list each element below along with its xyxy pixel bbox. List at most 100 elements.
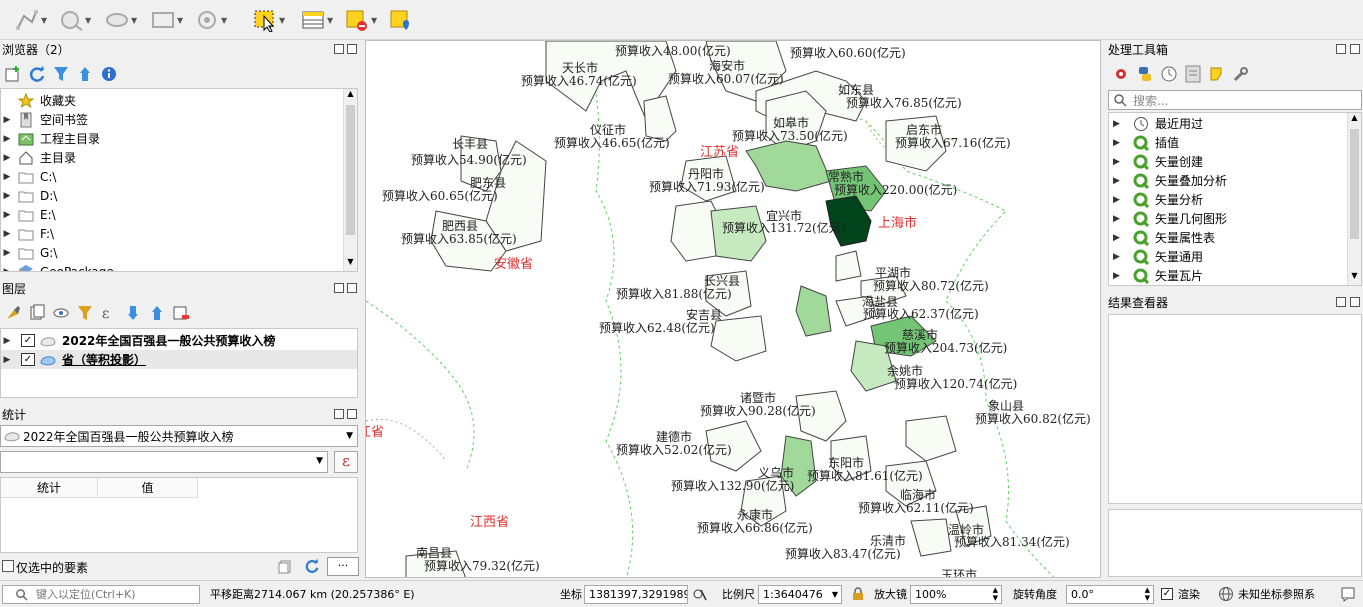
crs-label[interactable]: 未知坐标参照系 — [1238, 586, 1315, 602]
history-icon[interactable] — [1160, 65, 1178, 83]
browser-scrollbar[interactable]: ▲ ▼ — [343, 89, 357, 271]
render-checkbox[interactable]: ✓ — [1161, 588, 1173, 600]
python-scripts-icon[interactable] — [1136, 65, 1154, 83]
value-column-header[interactable]: 值 — [98, 478, 198, 498]
processing-item[interactable]: ▶ 矢量属性表 — [1113, 228, 1215, 247]
processing-scrollbar[interactable]: ▲ ▼ — [1347, 113, 1361, 285]
add-group-icon[interactable] — [28, 304, 46, 322]
rotation-spinbox[interactable]: 0.0° ▲ ▼ — [1066, 585, 1154, 604]
processing-item[interactable]: ▶ 矢量叠加分析 — [1113, 171, 1227, 190]
filter-icon[interactable] — [52, 65, 70, 83]
layer-row[interactable]: ▶ ✓ 省（等积投影） — [1, 350, 357, 369]
vertex-tool-button[interactable]: ▼ — [104, 6, 138, 34]
more-options-button[interactable]: ··· — [327, 557, 359, 576]
processing-search-field[interactable]: 搜索... — [1108, 90, 1362, 110]
processing-item[interactable]: ▶ 矢量几何图形 — [1113, 209, 1227, 228]
stats-layer-select[interactable]: 2022年全国百强县一般公共预算收入榜 ▼ — [0, 425, 358, 447]
expand-arrow-icon[interactable]: ▶ — [1113, 195, 1125, 205]
processing-item[interactable]: ▶ 矢量瓦片 — [1113, 266, 1203, 285]
copy-icon[interactable] — [278, 560, 292, 574]
attribute-table-button[interactable]: ▼ — [300, 6, 334, 34]
delete-feature-button[interactable]: ▼ — [194, 6, 228, 34]
processing-item[interactable]: ▶ 插值 — [1113, 133, 1179, 152]
browser-item[interactable]: ▶ 工程主目录 — [1, 129, 341, 148]
expand-arrow-icon[interactable]: ▶ — [1, 355, 13, 365]
browser-item[interactable]: 收藏夹 — [1, 91, 341, 110]
collapse-all-icon[interactable] — [76, 65, 94, 83]
browser-item[interactable]: ▶ F:\ — [1, 224, 341, 243]
float-panel-icon[interactable] — [1336, 44, 1346, 54]
results-viewer-icon[interactable] — [1184, 65, 1202, 83]
processing-item[interactable]: ▶ 最近用过 — [1113, 114, 1203, 133]
selected-only-checkbox[interactable] — [2, 560, 14, 572]
expand-arrow-icon[interactable]: ▶ — [1113, 233, 1125, 243]
expand-arrow-icon[interactable]: ▶ — [1, 172, 13, 182]
coordinate-field[interactable]: 1381397,3291989 — [584, 585, 688, 604]
refresh-icon[interactable] — [304, 558, 320, 574]
map-canvas[interactable]: 天长市 预算收入46.74(亿元) 预算收入48.00(亿元) 预算收入60.60(亿… — [365, 40, 1101, 578]
expand-arrow-icon[interactable]: ▶ — [1, 267, 13, 272]
expand-arrow-icon[interactable]: ▶ — [1, 229, 13, 239]
close-panel-icon[interactable] — [1350, 44, 1360, 54]
magnifier-spinbox[interactable]: 100% ▲ ▼ — [910, 585, 1002, 604]
layer-visibility-checkbox[interactable]: ✓ — [21, 353, 35, 366]
expression-button[interactable]: ε — [334, 451, 358, 473]
float-panel-icon[interactable] — [334, 409, 344, 419]
stats-field-select[interactable]: ▼ — [0, 451, 328, 473]
globe-icon[interactable] — [1218, 586, 1234, 602]
float-panel-icon[interactable] — [334, 283, 344, 293]
digitize-tool-button[interactable]: ▼ — [14, 6, 48, 34]
browser-item[interactable]: ▶ 主目录 — [1, 148, 341, 167]
stats-column-header[interactable]: 统计 — [1, 478, 98, 498]
expand-arrow-icon[interactable]: ▶ — [1113, 138, 1125, 148]
expression-filter-icon[interactable]: ε — [100, 304, 118, 322]
options-wrench-icon[interactable] — [1232, 65, 1250, 83]
close-panel-icon[interactable] — [1350, 297, 1360, 307]
browser-item[interactable]: ▶ GeoPackage — [1, 262, 341, 272]
browser-item[interactable]: ▶ C:\ — [1, 167, 341, 186]
expand-arrow-icon[interactable]: ▶ — [1113, 252, 1125, 262]
expand-all-icon[interactable] — [124, 304, 142, 322]
expand-arrow-icon[interactable]: ▶ — [1113, 176, 1125, 186]
filter-legend-icon[interactable] — [76, 304, 94, 322]
close-panel-icon[interactable] — [347, 44, 357, 54]
refresh-icon[interactable] — [28, 65, 46, 83]
select-features-button[interactable]: ▼ — [252, 6, 286, 34]
scale-combo[interactable]: 1:3640476 ▼ — [758, 585, 842, 604]
identify-features-button[interactable] — [388, 6, 422, 34]
close-panel-icon[interactable] — [347, 409, 357, 419]
expand-arrow-icon[interactable]: ▶ — [1, 336, 13, 346]
expand-arrow-icon[interactable]: ▶ — [1, 210, 13, 220]
deselect-features-button[interactable]: ▼ — [344, 6, 378, 34]
float-panel-icon[interactable] — [334, 44, 344, 54]
locator-bar[interactable]: 键入以定位(Ctrl+K) — [2, 585, 200, 604]
style-layer-icon[interactable] — [4, 304, 22, 322]
expand-arrow-icon[interactable]: ▶ — [1113, 271, 1125, 281]
modify-attributes-button[interactable]: ▼ — [150, 6, 184, 34]
browser-item[interactable]: ▶ D:\ — [1, 186, 341, 205]
add-feature-button[interactable]: ▼ — [58, 6, 92, 34]
toggle-extents-icon[interactable] — [692, 586, 708, 602]
expand-arrow-icon[interactable]: ▶ — [1113, 157, 1125, 167]
edit-features-in-place-icon[interactable] — [1208, 65, 1226, 83]
browser-item[interactable]: ▶ 空间书签 — [1, 110, 341, 129]
browser-item[interactable]: ▶ E:\ — [1, 205, 341, 224]
expand-arrow-icon[interactable]: ▶ — [1, 115, 13, 125]
expand-arrow-icon[interactable]: ▶ — [1, 191, 13, 201]
layer-row[interactable]: ▶ ✓ 2022年全国百强县一般公共预算收入榜 — [1, 331, 357, 350]
remove-layer-icon[interactable] — [172, 304, 190, 322]
add-layer-icon[interactable] — [4, 65, 22, 83]
expand-arrow-icon[interactable]: ▶ — [1, 248, 13, 258]
expand-arrow-icon[interactable]: ▶ — [1, 153, 13, 163]
expand-arrow-icon[interactable]: ▶ — [1, 134, 13, 144]
info-icon[interactable] — [100, 65, 118, 83]
close-panel-icon[interactable] — [347, 283, 357, 293]
messages-icon[interactable] — [1340, 586, 1356, 602]
processing-item[interactable]: ▶ 矢量分析 — [1113, 190, 1203, 209]
processing-item[interactable]: ▶ 矢量创建 — [1113, 152, 1203, 171]
eye-icon[interactable] — [52, 304, 70, 322]
collapse-all-icon[interactable] — [148, 304, 166, 322]
float-panel-icon[interactable] — [1336, 297, 1346, 307]
expand-arrow-icon[interactable]: ▶ — [1113, 214, 1125, 224]
models-icon[interactable] — [1112, 65, 1130, 83]
